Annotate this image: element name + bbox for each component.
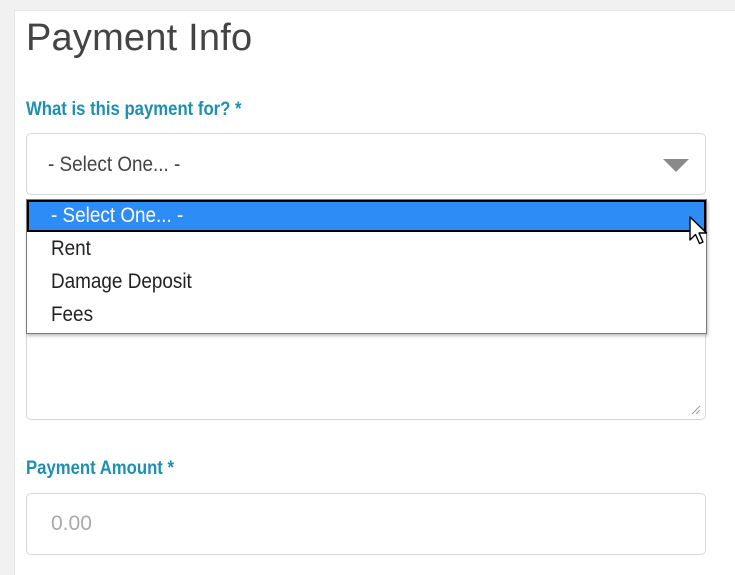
option-damage-deposit[interactable]: Damage Deposit	[27, 265, 706, 298]
notes-textarea[interactable]	[26, 333, 706, 420]
payment-for-selected-value: - Select One... -	[48, 153, 181, 176]
section-title: Payment Info	[26, 17, 253, 59]
payment-for-select[interactable]: - Select One... -	[26, 133, 706, 195]
resize-handle-icon[interactable]	[691, 405, 701, 415]
payment-amount-label: Payment Amount *	[26, 458, 175, 479]
payment-for-options-list: - Select One... - Rent Damage Deposit Fe…	[26, 199, 707, 334]
payment-for-label: What is this payment for? *	[26, 99, 242, 120]
payment-amount-input[interactable]	[26, 493, 706, 555]
option-fees[interactable]: Fees	[27, 298, 706, 331]
mouse-cursor-icon	[689, 216, 708, 245]
option-rent[interactable]: Rent	[27, 232, 706, 265]
option-select-one[interactable]: - Select One... -	[27, 200, 706, 232]
chevron-down-icon	[663, 159, 689, 172]
